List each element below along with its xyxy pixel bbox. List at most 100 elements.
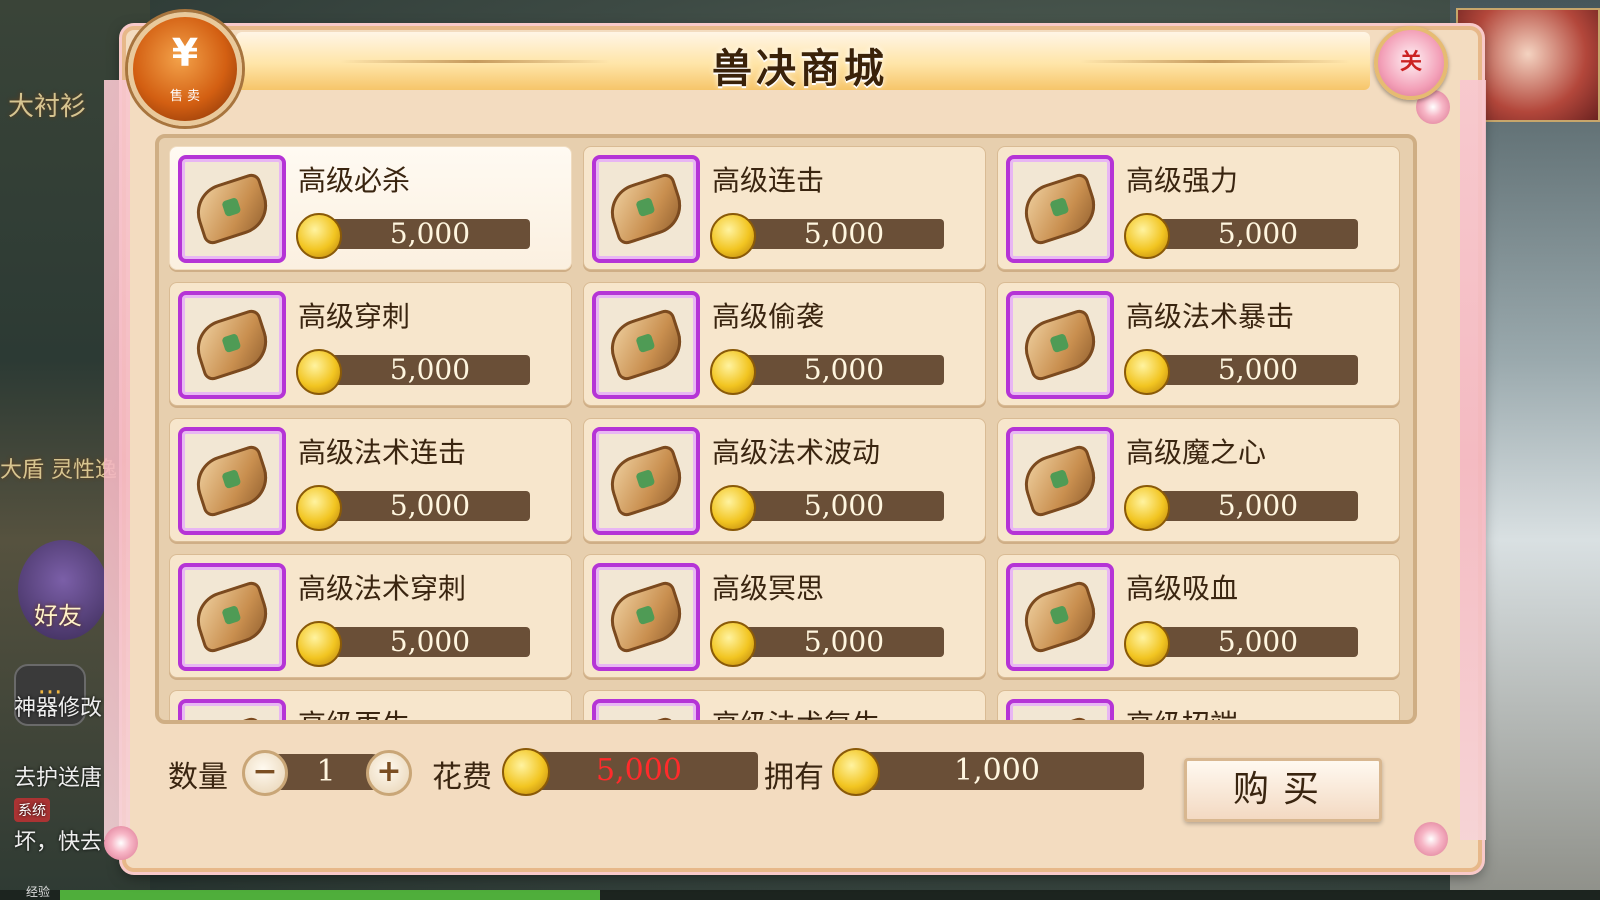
item-name: 高级必杀	[298, 164, 411, 197]
exp-bar-fill	[60, 890, 600, 900]
quantity-plus-button[interactable]: +	[366, 750, 412, 796]
item-name: 高级再生	[298, 703, 410, 720]
friend-label: 好友	[34, 602, 82, 630]
shop-item-card[interactable]: 高级强力 5,000	[997, 146, 1400, 270]
skill-scroll-icon	[592, 155, 700, 263]
close-icon: 关	[1399, 50, 1422, 75]
scroll-seal	[221, 469, 242, 490]
item-price: 5,000	[734, 627, 944, 657]
skill-scroll-icon	[592, 699, 700, 720]
shop-item-card[interactable]: 高级法术连击 5,000	[169, 418, 572, 542]
scroll-graphic	[603, 307, 689, 383]
flower-decoration	[104, 826, 138, 860]
shop-item-card[interactable]: 高级魔之心 5,000	[997, 418, 1400, 542]
item-price: 5,000	[320, 491, 530, 521]
scroll-seal	[635, 197, 656, 218]
shop-item-card[interactable]: 高级法术暴击 5,000	[997, 282, 1400, 406]
item-grid: 高级必杀 5,000 高级连击 5,000 高级强力 5,000 高级穿刺 5,000 高级偷袭…	[169, 146, 1400, 720]
skill-scroll-icon	[1006, 291, 1114, 399]
shop-item-card[interactable]: 高级法术穿刺 5,000	[169, 554, 572, 678]
gold-coin-icon	[1124, 349, 1170, 395]
skill-scroll-icon	[1006, 699, 1114, 720]
shop-badge: ¥ 售 卖	[128, 12, 242, 126]
item-name: 高级穿刺	[298, 300, 411, 333]
scroll-graphic	[603, 171, 689, 247]
item-grid-frame[interactable]: 高级必杀 5,000 高级连击 5,000 高级强力 5,000 高级穿刺 5,000 高级偷袭…	[155, 134, 1417, 724]
system-tag: 系统	[14, 798, 50, 822]
item-name: 高级冥思	[712, 572, 825, 605]
scroll-graphic	[1017, 579, 1103, 655]
shop-item-card[interactable]: 高级必杀 5,000	[169, 146, 572, 270]
gold-coin-icon	[710, 213, 756, 259]
scroll-seal	[635, 333, 656, 354]
scroll-graphic	[189, 443, 275, 519]
scroll-seal	[635, 605, 656, 626]
scroll-graphic	[603, 443, 689, 519]
shop-item-card[interactable]: 高级吸血 5,000	[997, 554, 1400, 678]
shop-item-card[interactable]: 高级冥思 5,000	[583, 554, 986, 678]
item-name: 高级魔之心	[1126, 436, 1267, 469]
gold-coin-icon	[710, 485, 756, 531]
skill-scroll-icon	[178, 427, 286, 535]
close-button[interactable]: 关	[1374, 26, 1448, 100]
shop-item-card[interactable]: 高级连击 5,000	[583, 146, 986, 270]
gold-coin-icon	[1124, 485, 1170, 531]
item-name: 高级法术穿刺	[298, 572, 467, 605]
shop-item-card[interactable]: 高级偷袭 5,000	[583, 282, 986, 406]
quantity-minus-button[interactable]: −	[242, 750, 288, 796]
scroll-seal	[221, 197, 242, 218]
scroll-seal	[1049, 469, 1070, 490]
item-price: 5,000	[320, 219, 530, 249]
item-name: 高级偷袭	[712, 300, 825, 333]
skill-scroll-icon	[178, 563, 286, 671]
gold-coin-icon	[710, 621, 756, 667]
chat-line: 去护送唐	[14, 766, 103, 791]
cost-label: 花费	[432, 760, 492, 795]
shop-item-card[interactable]: 高级招端	[997, 690, 1400, 720]
scroll-graphic	[1017, 715, 1103, 720]
currency-symbol-icon: ¥	[171, 31, 199, 75]
shop-item-card[interactable]: 高级法术波动 5,000	[583, 418, 986, 542]
scroll-graphic	[189, 715, 275, 720]
item-name: 高级法术波动	[712, 436, 881, 469]
skill-scroll-icon	[178, 155, 286, 263]
item-name: 高级强力	[1126, 164, 1239, 197]
item-price: 5,000	[734, 219, 944, 249]
shop-item-card[interactable]: 高级穿刺 5,000	[169, 282, 572, 406]
chat-line: 系统	[14, 796, 56, 822]
item-price: 5,000	[1148, 219, 1358, 249]
scene-banner-text: 大盾 灵性逸	[0, 458, 117, 483]
gold-coin-icon	[296, 485, 342, 531]
gold-coin-icon	[296, 621, 342, 667]
scroll-seal	[635, 469, 656, 490]
shop-badge-label: 售 卖	[169, 89, 201, 104]
chat-line: 神器修改	[14, 696, 103, 721]
skill-scroll-icon	[1006, 427, 1114, 535]
panel-flower-border-left	[104, 80, 130, 840]
shop-item-card[interactable]: 高级法术复生	[583, 690, 986, 720]
scroll-graphic	[603, 579, 689, 655]
scroll-seal	[1049, 605, 1070, 626]
owned-label: 拥有	[764, 760, 824, 795]
scroll-graphic	[603, 715, 689, 720]
gold-coin-icon	[502, 748, 550, 796]
gold-coin-icon	[1124, 213, 1170, 259]
buy-button[interactable]: 购买	[1184, 758, 1382, 822]
scroll-graphic	[189, 579, 275, 655]
item-price: 5,000	[734, 491, 944, 521]
item-name: 高级招端	[1126, 703, 1238, 720]
skill-scroll-icon	[1006, 155, 1114, 263]
scroll-graphic	[189, 171, 275, 247]
scroll-seal	[1049, 333, 1070, 354]
gold-coin-icon	[296, 213, 342, 259]
flower-decoration	[1414, 822, 1448, 856]
shop-item-card[interactable]: 高级再生	[169, 690, 572, 720]
skill-scroll-icon	[592, 427, 700, 535]
exp-label: 经验	[26, 885, 51, 899]
skill-scroll-icon	[592, 291, 700, 399]
gold-coin-icon	[832, 748, 880, 796]
skill-scroll-icon	[592, 563, 700, 671]
quantity-label: 数量	[168, 760, 228, 795]
skill-scroll-icon	[1006, 563, 1114, 671]
skill-scroll-icon	[178, 291, 286, 399]
